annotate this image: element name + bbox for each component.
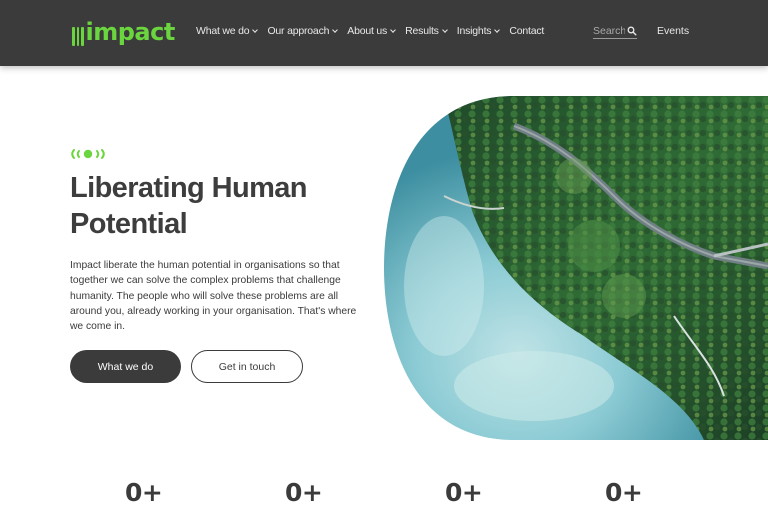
main-nav: What we do Our approach About us Results… [196, 25, 544, 37]
stat-value: 0+ [445, 478, 483, 507]
stat-value: 0+ [285, 478, 323, 507]
nav-item-our-approach[interactable]: Our approach [267, 25, 339, 37]
get-in-touch-button[interactable]: Get in touch [191, 350, 303, 383]
aerial-forest-lake-image [384, 96, 768, 440]
impact-logo[interactable]: impact [72, 18, 175, 46]
chevron-down-icon [494, 27, 501, 33]
stat-value: 0+ [605, 478, 643, 507]
chevron-down-icon [252, 27, 259, 33]
nav-item-contact[interactable]: Contact [509, 25, 544, 37]
chevron-down-icon [390, 27, 396, 33]
logo-mark-icon [72, 24, 84, 46]
nav-item-label: What we do [196, 25, 250, 37]
search-input[interactable] [593, 25, 625, 37]
chevron-down-icon [332, 27, 339, 33]
nav-item-label: Insights [456, 25, 492, 37]
nav-item-insights[interactable]: Insights [456, 25, 501, 37]
nav-item-label: Contact [509, 25, 545, 37]
nav-item-about-us[interactable]: About us [347, 25, 396, 37]
what-we-do-button[interactable]: What we do [70, 350, 181, 383]
chevron-down-icon [441, 27, 448, 33]
nav-item-label: Our approach [267, 25, 330, 37]
nav-item-label: Results [405, 25, 439, 37]
nav-item-events[interactable]: Events [657, 25, 689, 37]
search-box [593, 25, 637, 39]
logo-text: impact [85, 18, 176, 46]
hero-title: Liberating Human Potential [70, 172, 308, 240]
nav-item-label: About us [347, 25, 388, 37]
impact-mark-icon [71, 149, 105, 159]
nav-item-what-we-do[interactable]: What we do [196, 25, 259, 37]
nav-item-results[interactable]: Results [405, 25, 448, 37]
search-icon[interactable] [627, 26, 637, 36]
hero-description: Impact liberate the human potential in o… [70, 260, 357, 333]
site-header: impact What we do Our approach About us … [0, 0, 768, 66]
stat-value: 0+ [125, 478, 163, 507]
